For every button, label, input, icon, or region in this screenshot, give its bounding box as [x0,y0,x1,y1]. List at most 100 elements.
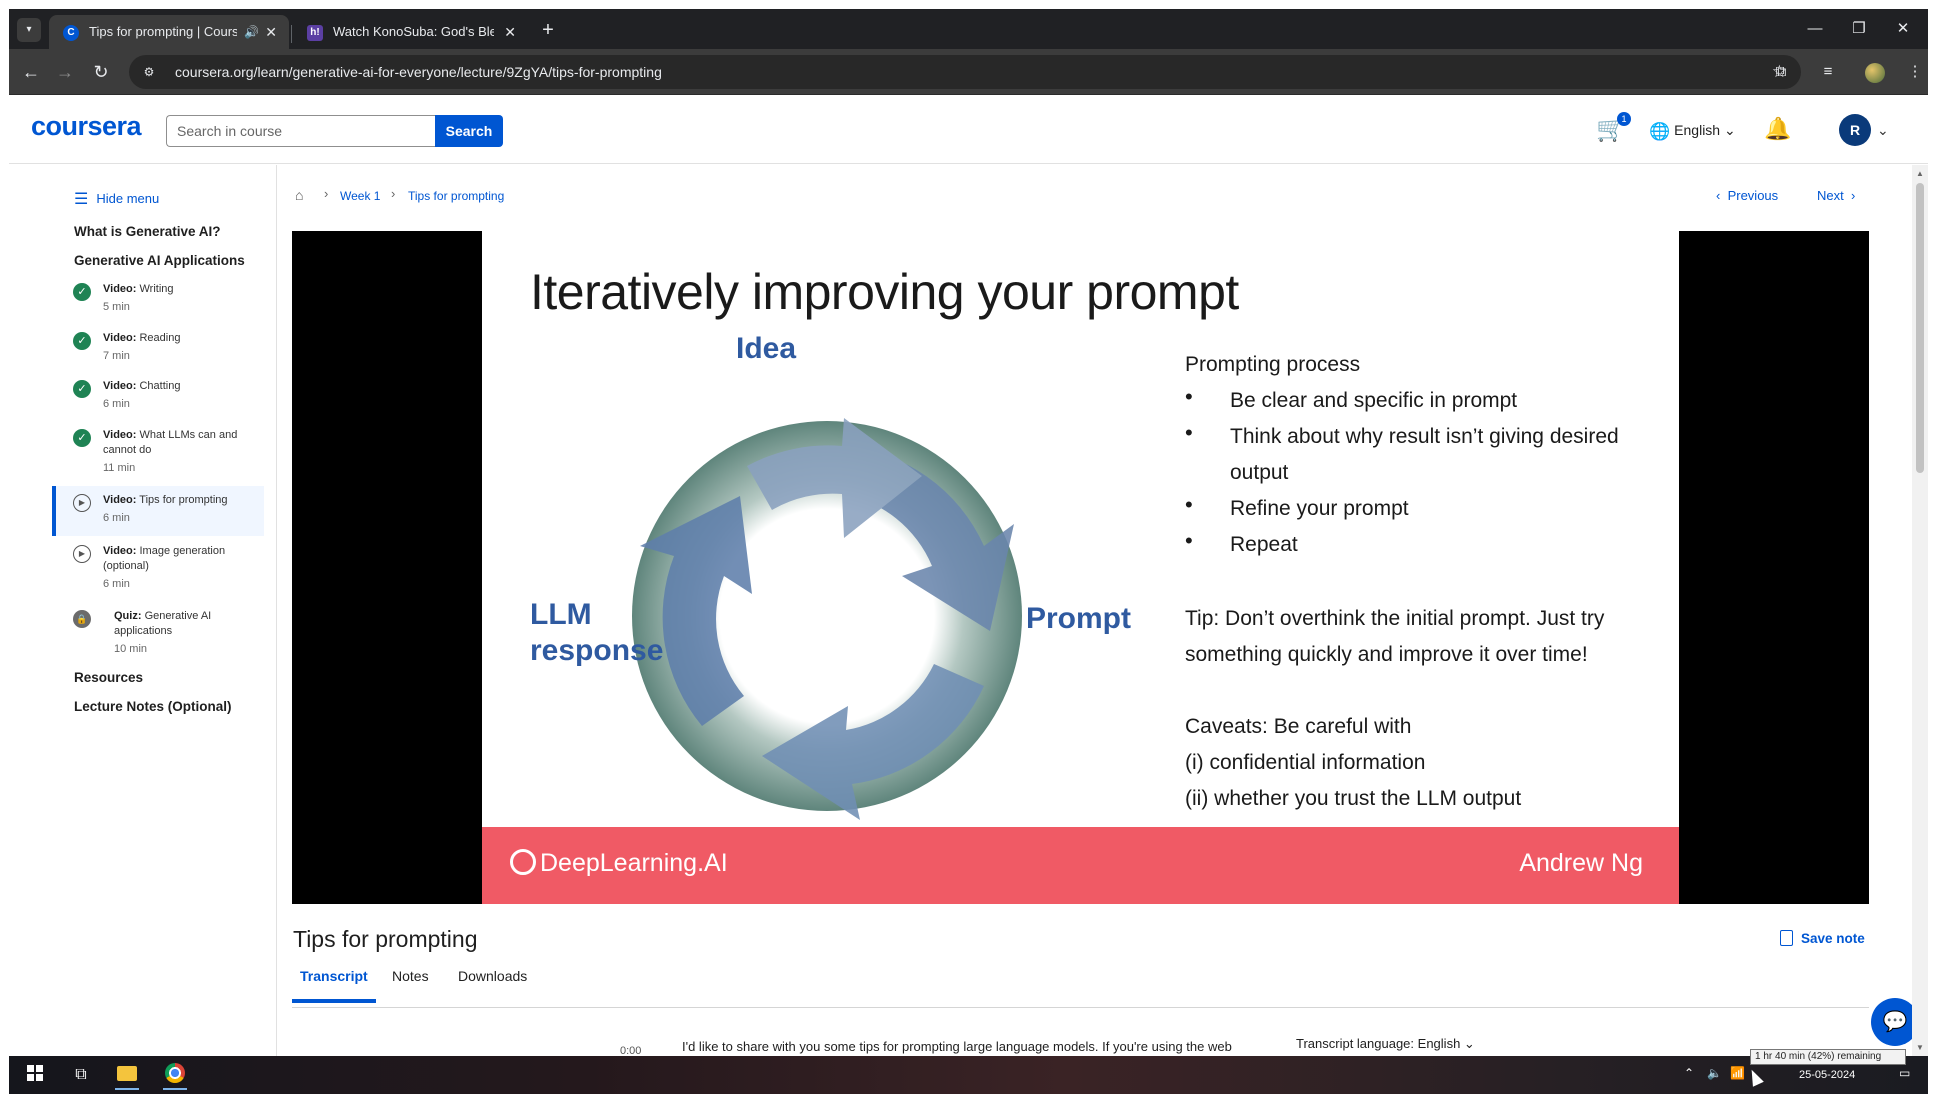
breadcrumb-week[interactable]: Week 1 [340,189,380,203]
tab-divider [291,25,292,43]
cart-count-badge: 1 [1617,112,1631,126]
tab-transcript[interactable]: Transcript [292,961,376,1003]
chrome-profile-avatar[interactable] [1865,63,1885,83]
cycle-label-prompt: Prompt [1026,602,1131,635]
hamburger-icon: ☰ [74,191,89,208]
language-selector[interactable]: 🌐 English ⌄ [1649,118,1736,144]
back-arrow-icon[interactable]: ← [15,56,47,88]
lecture-slide: Iteratively improving your prompt Idea P… [482,231,1679,904]
video-player[interactable]: Iteratively improving your prompt Idea P… [292,231,1869,904]
hide-menu-label: Hide menu [96,191,160,206]
hianime-favicon-icon: h! [307,25,323,41]
tab-search-button[interactable]: ▾ [17,18,41,42]
tab-coursera[interactable]: C Tips for prompting | Coursera 🔊 ✕ [49,15,289,49]
play-circle-icon: ▶ [73,545,91,563]
breadcrumb-current[interactable]: Tips for prompting [408,189,504,203]
address-bar[interactable]: ⚙ coursera.org/learn/generative-ai-for-e… [129,55,1801,89]
tab-title: Tips for prompting | Coursera [89,24,237,39]
notifications-icon[interactable]: ▭ [1899,1066,1910,1080]
save-note-button[interactable]: Save note [1780,930,1865,946]
lesson-tips-for-prompting[interactable]: ▶ Video: Tips for prompting 6 min [52,486,264,536]
minimize-icon[interactable]: — [1792,9,1838,49]
wifi-icon[interactable]: 📶 [1730,1066,1745,1080]
home-icon[interactable]: ⌂ [295,187,303,203]
section-lecture-notes[interactable]: Lecture Notes (Optional) [74,699,232,714]
tab-notes[interactable]: Notes [384,961,437,1003]
user-avatar[interactable]: R [1839,114,1871,146]
restore-icon[interactable]: ❐ [1836,9,1882,49]
presenter-name: Andrew Ng [1519,849,1643,877]
previous-button[interactable]: ‹ Previous [1716,188,1778,203]
prompting-process-heading: Prompting process [1185,353,1361,376]
process-step: Be clear and specific in prompt [1185,379,1655,419]
cycle-label-idea: Idea [736,332,797,365]
speaker-icon[interactable]: 🔊 [244,15,259,49]
lesson-what-llms-can-do[interactable]: ✓ Video: What LLMs can and cannot do 11 m… [52,427,264,483]
url-text[interactable]: coursera.org/learn/generative-ai-for-eve… [175,55,662,89]
notification-bell-icon[interactable]: 🔔 [1764,116,1791,142]
lesson-label: Video: Image generation (optional) 6 min [103,545,226,590]
tray-overflow-chevron-icon[interactable]: ⌃ [1684,1066,1694,1080]
hide-menu-button[interactable]: ☰ Hide menu [74,190,159,209]
section-what-is-genai[interactable]: What is Generative AI? [74,224,221,239]
tab-title: Watch KonoSuba: God's Blessing on This W… [333,24,494,39]
transcript-line[interactable]: I'd like to share with you some tips for… [682,1039,1232,1054]
scroll-down-arrow-icon[interactable]: ▼ [1916,1043,1924,1052]
battery-tooltip: 1 hr 40 min (42%) remaining [1750,1049,1906,1065]
next-button[interactable]: Next › [1817,188,1855,203]
windows-start-icon[interactable] [15,1059,55,1091]
lesson-reading[interactable]: ✓ Video: Reading 7 min [52,330,264,370]
chrome-menu-kebab-icon[interactable]: ⋮ [1899,56,1928,88]
chevron-down-icon: ⌄ [1463,1036,1475,1051]
close-window-icon[interactable]: ✕ [1880,9,1926,49]
close-tab-icon[interactable]: ✕ [504,15,516,49]
extensions-puzzle-icon[interactable]: ⧉ [1765,56,1797,88]
lesson-label: Quiz: Generative AI applications 10 min [114,610,212,655]
tab-downloads[interactable]: Downloads [450,961,535,1003]
reload-icon[interactable]: ↻ [85,56,117,88]
tab-strip: ▾ C Tips for prompting | Coursera 🔊 ✕ h!… [9,9,1928,49]
site-info-icon[interactable]: ⚙ [141,64,157,80]
task-view-icon[interactable]: ⧉ [61,1059,101,1091]
lesson-image-generation[interactable]: ▶ Video: Image generation (optional) 6 mi… [52,543,264,599]
scroll-up-arrow-icon[interactable]: ▲ [1916,169,1924,178]
browser-toolbar: ← → ↻ ⚙ coursera.org/learn/generative-ai… [9,49,1928,95]
search-input[interactable] [166,115,435,147]
volume-icon[interactable]: 🔈 [1707,1066,1722,1080]
windows-taskbar: ⧉ ⌃ 🔈 📶 25-05-2024 ▭ [9,1056,1928,1094]
coursera-logo[interactable]: coursera [31,111,142,142]
play-circle-icon: ▶ [73,494,91,512]
lesson-chatting[interactable]: ✓ Video: Chatting 6 min [52,378,264,418]
file-explorer-icon[interactable] [107,1059,147,1091]
completed-check-icon: ✓ [73,380,91,398]
forward-arrow-icon[interactable]: → [49,56,81,88]
caveat-line: (ii) whether you trust the LLM output [1185,787,1522,810]
deeplearning-mark-icon [510,849,536,875]
globe-icon: 🌐 [1649,122,1671,141]
close-tab-icon[interactable]: ✕ [265,15,277,49]
completed-check-icon: ✓ [73,283,91,301]
lesson-label: Video: What LLMs can and cannot do 11 min [103,429,238,474]
chevron-down-icon[interactable]: ⌄ [1877,116,1889,144]
chrome-taskbar-icon[interactable] [155,1059,195,1091]
site-header: coursera Search 🛒 1 🌐English ⌄ 🔔 R ⌄ [9,96,1928,164]
lesson-writing[interactable]: ✓ Video: Writing 5 min [52,281,264,321]
note-icon [1780,930,1793,946]
quiz-genai-applications[interactable]: 🔒 Quiz: Generative AI applications 10 min [52,608,264,664]
main-content: ⌂ › Week 1 › Tips for prompting ‹ Previo… [278,165,1911,1057]
new-tab-plus-icon[interactable]: + [534,16,562,44]
page-scrollbar[interactable]: ▲ ▼ [1912,165,1928,1056]
tab-konosuba[interactable]: h! Watch KonoSuba: God's Blessing on Thi… [293,15,528,49]
breadcrumb-chevron-icon: › [391,186,396,201]
scrollbar-thumb[interactable] [1916,183,1924,473]
coursera-favicon-icon: C [63,25,79,41]
transcript-language-selector[interactable]: Transcript language: English ⌄ [1296,1036,1475,1052]
media-controls-icon[interactable]: ≡ [1812,56,1844,88]
search-button[interactable]: Search [435,115,503,147]
section-genai-applications[interactable]: Generative AI Applications [74,253,245,268]
process-step: Refine your prompt [1185,487,1655,527]
taskbar-date[interactable]: 25-05-2024 [1799,1069,1855,1081]
section-resources[interactable]: Resources [74,670,143,685]
process-step: Think about why result isn’t giving desi… [1185,415,1655,491]
completed-check-icon: ✓ [73,429,91,447]
